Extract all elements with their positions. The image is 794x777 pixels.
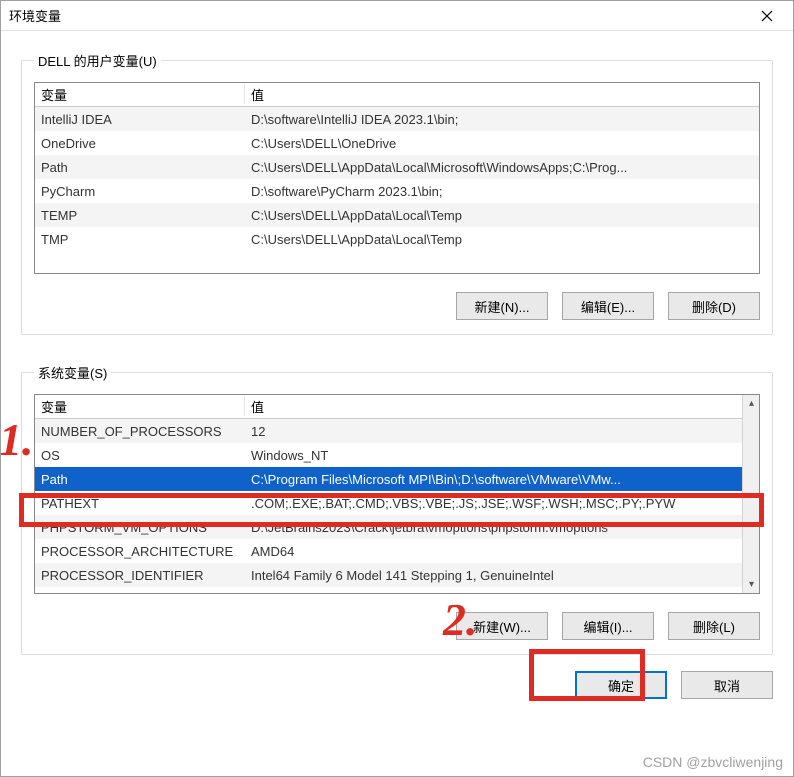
cell-variable: NUMBER_OF_PROCESSORS	[35, 424, 245, 439]
cell-value: 6	[245, 592, 759, 595]
system-vars-group: 系统变量(S) 变量 值 NUMBER_OF_PROCESSORS12OSWin…	[21, 363, 773, 655]
cell-value: Intel64 Family 6 Model 141 Stepping 1, G…	[245, 568, 759, 583]
system-vars-legend: 系统变量(S)	[34, 363, 111, 382]
table-row[interactable]: NUMBER_OF_PROCESSORS12	[35, 419, 759, 443]
table-row[interactable]: PHPSTORM_VM_OPTIONSD:\JetBrains2023\Crac…	[35, 515, 759, 539]
dialog-button-row: 确定 取消	[21, 671, 773, 699]
cell-variable: Path	[35, 160, 245, 175]
cell-variable: OS	[35, 448, 245, 463]
cell-value: AMD64	[245, 544, 759, 559]
col-header-value[interactable]: 值	[245, 397, 742, 416]
user-vars-table[interactable]: 变量 值 IntelliJ IDEAD:\software\IntelliJ I…	[34, 82, 760, 274]
table-row[interactable]: PROCESSOR_IDENTIFIERIntel64 Family 6 Mod…	[35, 563, 759, 587]
titlebar: 环境变量	[1, 1, 793, 31]
env-vars-dialog: 环境变量 DELL 的用户变量(U) 变量 值 IntelliJ IDEAD:\…	[0, 0, 794, 777]
cell-variable: Path	[35, 472, 245, 487]
table-row[interactable]: IntelliJ IDEAD:\software\IntelliJ IDEA 2…	[35, 107, 759, 131]
scroll-up-icon[interactable]: ▴	[743, 395, 760, 412]
table-row[interactable]: OSWindows_NT	[35, 443, 759, 467]
system-delete-button[interactable]: 删除(L)	[668, 612, 760, 640]
cell-variable: PATHEXT	[35, 496, 245, 511]
user-table-header: 变量 值	[35, 83, 759, 107]
user-vars-group: DELL 的用户变量(U) 变量 值 IntelliJ IDEAD:\softw…	[21, 51, 773, 335]
system-vars-table[interactable]: 变量 值 NUMBER_OF_PROCESSORS12OSWindows_NTP…	[34, 394, 760, 594]
user-new-button[interactable]: 新建(N)...	[456, 292, 548, 320]
cell-value: C:\Users\DELL\AppData\Local\Microsoft\Wi…	[245, 160, 759, 175]
scrollbar[interactable]: ▴ ▾	[742, 395, 759, 593]
ok-button[interactable]: 确定	[575, 671, 667, 699]
cell-value: C:\Users\DELL\AppData\Local\Temp	[245, 208, 759, 223]
cell-variable: PROCESSOR_LEVEL	[35, 592, 245, 595]
col-header-variable[interactable]: 变量	[35, 85, 245, 104]
window-title: 环境变量	[9, 6, 747, 25]
user-delete-button[interactable]: 删除(D)	[668, 292, 760, 320]
table-row[interactable]: PathC:\Users\DELL\AppData\Local\Microsof…	[35, 155, 759, 179]
system-new-button[interactable]: 新建(W)...	[456, 612, 548, 640]
watermark: CSDN @zbvcliwenjing	[643, 754, 783, 770]
col-header-value[interactable]: 值	[245, 85, 759, 104]
cell-variable: PROCESSOR_ARCHITECTURE	[35, 544, 245, 559]
cell-value: C:\Users\DELL\AppData\Local\Temp	[245, 232, 759, 247]
system-edit-button[interactable]: 编辑(I)...	[562, 612, 654, 640]
table-row[interactable]: TMPC:\Users\DELL\AppData\Local\Temp	[35, 227, 759, 251]
cell-variable: IntelliJ IDEA	[35, 112, 245, 127]
cell-variable: OneDrive	[35, 136, 245, 151]
cell-value: D:\software\IntelliJ IDEA 2023.1\bin;	[245, 112, 759, 127]
cell-value: C:\Program Files\Microsoft MPI\Bin\;D:\s…	[245, 472, 759, 487]
cell-value: .COM;.EXE;.BAT;.CMD;.VBS;.VBE;.JS;.JSE;.…	[245, 496, 759, 511]
cell-variable: TEMP	[35, 208, 245, 223]
cell-variable: PROCESSOR_IDENTIFIER	[35, 568, 245, 583]
table-row[interactable]: PATHEXT.COM;.EXE;.BAT;.CMD;.VBS;.VBE;.JS…	[35, 491, 759, 515]
cell-value: C:\Users\DELL\OneDrive	[245, 136, 759, 151]
cell-value: D:\JetBrains2023\Crack\jetbra\vmoptions\…	[245, 520, 759, 535]
cell-variable: PHPSTORM_VM_OPTIONS	[35, 520, 245, 535]
close-icon[interactable]	[747, 2, 787, 30]
cell-variable: PyCharm	[35, 184, 245, 199]
system-table-header: 变量 值	[35, 395, 759, 419]
table-row[interactable]: OneDriveC:\Users\DELL\OneDrive	[35, 131, 759, 155]
cancel-button[interactable]: 取消	[681, 671, 773, 699]
cell-value: Windows_NT	[245, 448, 759, 463]
user-edit-button[interactable]: 编辑(E)...	[562, 292, 654, 320]
user-vars-legend: DELL 的用户变量(U)	[34, 51, 161, 70]
table-row[interactable]: PyCharmD:\software\PyCharm 2023.1\bin;	[35, 179, 759, 203]
cell-value: 12	[245, 424, 759, 439]
col-header-variable[interactable]: 变量	[35, 397, 245, 416]
cell-variable: TMP	[35, 232, 245, 247]
table-row[interactable]: TEMPC:\Users\DELL\AppData\Local\Temp	[35, 203, 759, 227]
cell-value: D:\software\PyCharm 2023.1\bin;	[245, 184, 759, 199]
table-row[interactable]: PROCESSOR_LEVEL6	[35, 587, 759, 594]
scroll-down-icon[interactable]: ▾	[743, 576, 760, 593]
table-row[interactable]: PROCESSOR_ARCHITECTUREAMD64	[35, 539, 759, 563]
table-row[interactable]: PathC:\Program Files\Microsoft MPI\Bin\;…	[35, 467, 759, 491]
